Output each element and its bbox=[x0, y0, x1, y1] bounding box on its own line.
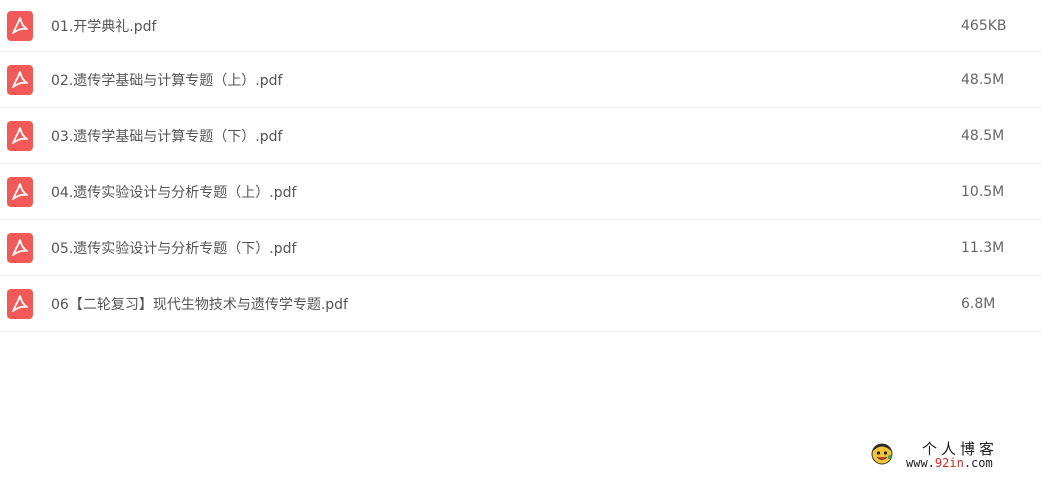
watermark-url-prefix: www. bbox=[906, 456, 935, 470]
pdf-icon bbox=[7, 176, 33, 207]
file-size: 6.8M bbox=[961, 295, 996, 312]
file-size: 48.5M bbox=[961, 127, 1005, 144]
pdf-icon bbox=[7, 120, 33, 151]
file-row[interactable]: 04.遗传实验设计与分析专题（上）.pdf 10.5M bbox=[0, 164, 1041, 220]
file-size: 465KB bbox=[961, 17, 1007, 34]
file-list: 01.开学典礼.pdf 465KB 02.遗传学基础与计算专题（上）.pdf 4… bbox=[0, 0, 1041, 332]
watermark-url: www.92in.com bbox=[906, 456, 993, 470]
pdf-icon bbox=[7, 10, 33, 41]
file-name[interactable]: 03.遗传学基础与计算专题（下）.pdf bbox=[51, 126, 282, 146]
file-size: 48.5M bbox=[961, 71, 1005, 88]
watermark-url-accent: 92in bbox=[934, 456, 964, 470]
file-row[interactable]: 05.遗传实验设计与分析专题（下）.pdf 11.3M bbox=[0, 220, 1041, 276]
pdf-icon bbox=[7, 232, 33, 263]
cartoon-face-icon bbox=[871, 443, 893, 465]
file-row[interactable]: 06【二轮复习】现代生物技术与遗传学专题.pdf 6.8M bbox=[0, 276, 1041, 332]
file-name[interactable]: 01.开学典礼.pdf bbox=[51, 16, 156, 36]
file-size: 10.5M bbox=[961, 183, 1005, 200]
pdf-icon bbox=[7, 288, 33, 319]
file-name[interactable]: 04.遗传实验设计与分析专题（上）.pdf bbox=[51, 182, 296, 202]
file-row[interactable]: 01.开学典礼.pdf 465KB bbox=[0, 0, 1041, 52]
file-name[interactable]: 05.遗传实验设计与分析专题（下）.pdf bbox=[51, 238, 296, 258]
file-row[interactable]: 03.遗传学基础与计算专题（下）.pdf 48.5M bbox=[0, 108, 1041, 164]
pdf-icon bbox=[7, 64, 33, 95]
file-size: 11.3M bbox=[961, 239, 1005, 256]
watermark-url-suffix: .com bbox=[963, 456, 993, 470]
file-row[interactable]: 02.遗传学基础与计算专题（上）.pdf 48.5M bbox=[0, 52, 1041, 108]
blog-watermark: 个人博客 www.92in.com bbox=[870, 440, 1030, 470]
file-name[interactable]: 02.遗传学基础与计算专题（上）.pdf bbox=[51, 70, 282, 90]
file-name[interactable]: 06【二轮复习】现代生物技术与遗传学专题.pdf bbox=[51, 294, 348, 314]
